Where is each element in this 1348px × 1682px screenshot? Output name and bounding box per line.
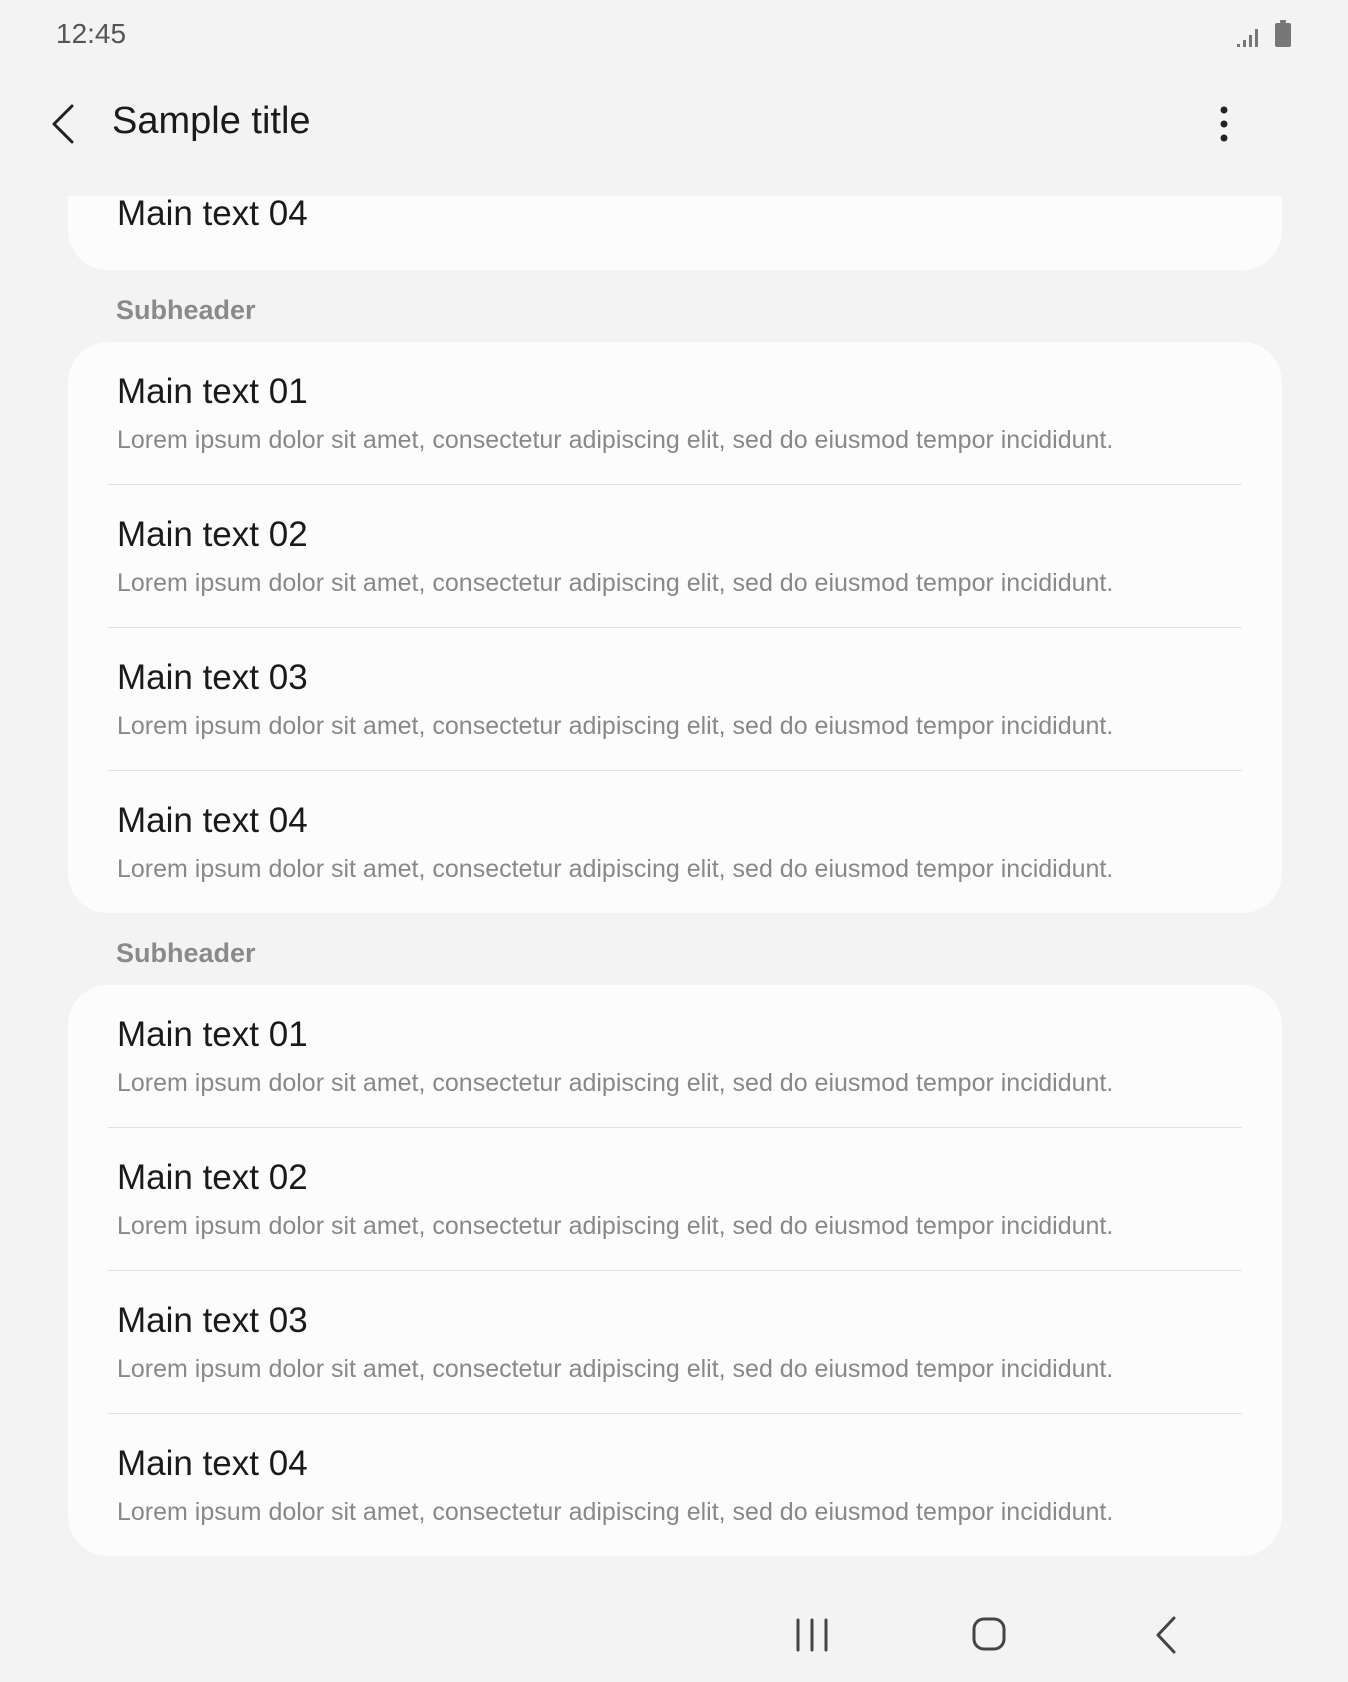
more-vertical-icon [1220,106,1228,142]
list-item[interactable]: Main text 03 Lorem ipsum dolor sit amet,… [68,1271,1282,1413]
list-item-sub-text: Lorem ipsum dolor sit amet, consectetur … [117,569,1114,597]
list-item-sub-text: Lorem ipsum dolor sit amet, consectetur … [117,1212,1114,1240]
list-item-sub-text: Lorem ipsum dolor sit amet, consectetur … [117,426,1114,454]
signal-icon [1236,26,1262,53]
list-item[interactable]: Main text 03 Lorem ipsum dolor sit amet,… [68,628,1282,770]
recent-apps-button[interactable] [782,1610,842,1660]
battery-icon [1274,20,1292,53]
status-icons [1236,20,1292,53]
chevron-left-icon [52,104,74,144]
list-card: Main text 01 Lorem ipsum dolor sit amet,… [68,342,1282,913]
list-item[interactable]: Main text 04 [68,196,1282,232]
list-item-sub-text: Lorem ipsum dolor sit amet, consectetur … [117,1498,1114,1526]
subheader: Subheader [116,295,256,325]
list-item-main-text: Main text 02 [117,515,308,554]
nav-back-button[interactable] [1138,1610,1198,1660]
list-item-sub-text: Lorem ipsum dolor sit amet, consectetur … [117,1069,1114,1097]
home-button[interactable] [960,1610,1020,1660]
status-bar: 12:45 [0,0,1348,70]
status-time: 12:45 [56,18,127,49]
list-item-main-text: Main text 01 [117,372,308,411]
recent-apps-icon [796,1618,828,1652]
home-icon [972,1617,1006,1651]
list-card-partial: Main text 04 [68,196,1282,270]
content-list[interactable]: Main text 04 Subheader Main text 01 Lore… [68,196,1282,1556]
list-item[interactable]: Main text 02 Lorem ipsum dolor sit amet,… [68,1128,1282,1270]
list-item[interactable]: Main text 02 Lorem ipsum dolor sit amet,… [68,485,1282,627]
list-item-sub-text: Lorem ipsum dolor sit amet, consectetur … [117,712,1114,740]
back-icon [1156,1616,1176,1654]
list-item-main-text: Main text 02 [117,1158,308,1197]
list-item-main-text: Main text 03 [117,1301,308,1340]
more-options-button[interactable] [1204,104,1244,144]
list-item-sub-text: Lorem ipsum dolor sit amet, consectetur … [117,1355,1114,1383]
navigation-bar [0,1590,1348,1682]
list-item[interactable]: Main text 01 Lorem ipsum dolor sit amet,… [68,985,1282,1127]
subheader: Subheader [116,938,256,968]
list-item-main-text: Main text 01 [117,1015,308,1054]
list-item-sub-text: Lorem ipsum dolor sit amet, consectetur … [117,855,1114,883]
list-item-main-text: Main text 04 [117,801,308,840]
list-item-main-text: Main text 03 [117,658,308,697]
list-item[interactable]: Main text 04 Lorem ipsum dolor sit amet,… [68,771,1282,913]
list-item[interactable]: Main text 04 Lorem ipsum dolor sit amet,… [68,1414,1282,1556]
back-button[interactable] [44,102,88,146]
list-item[interactable]: Main text 01 Lorem ipsum dolor sit amet,… [68,342,1282,484]
page-title: Sample title [112,100,311,142]
list-item-main-text: Main text 04 [117,196,308,233]
list-item-main-text: Main text 04 [117,1444,308,1483]
app-bar: Sample title [0,84,1348,164]
list-card: Main text 01 Lorem ipsum dolor sit amet,… [68,985,1282,1556]
